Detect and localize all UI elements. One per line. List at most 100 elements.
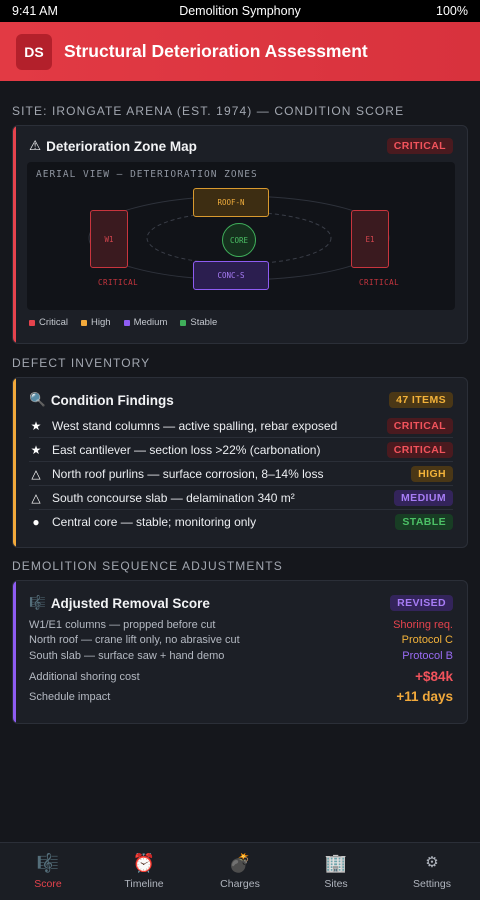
finding-row[interactable]: ★ East cantilever — section loss >22% (c…: [29, 438, 453, 462]
deterioration-zone-map: AERIAL VIEW — DETERIORATION ZONES W1 CRI…: [27, 162, 455, 310]
finding-row[interactable]: ★ West stand columns — active spalling, …: [29, 414, 453, 438]
status-battery: 100%: [436, 4, 468, 18]
finding-row[interactable]: △ South concourse slab — delamination 34…: [29, 486, 453, 510]
zone-map-card: ⚠ Deterioration Zone Map CRITICAL AERIAL…: [12, 125, 468, 344]
severity-badge: MEDIUM: [394, 489, 453, 506]
finding-text: East cantilever — section loss >22% (car…: [52, 442, 321, 457]
revised-badge: REVISED: [390, 595, 453, 611]
nav-score-label: Score: [34, 878, 62, 890]
site-section-label: SITE: IRONGATE ARENA (EST. 1974) — CONDI…: [12, 104, 405, 118]
nav-timeline[interactable]: ⏰ Timeline: [96, 843, 192, 900]
shoring-cost-value: +$84k: [415, 669, 453, 684]
warning-icon: ⚠: [29, 138, 42, 153]
findings-count-badge: 47 ITEMS: [389, 392, 453, 408]
shoring-cost-row: Additional shoring cost +$84k: [13, 667, 467, 687]
legend-stable-label: Stable: [190, 317, 218, 328]
finding-text: West stand columns — active spalling, re…: [52, 418, 338, 433]
score-icon: 🎼: [29, 595, 46, 610]
page-title: Structural Deterioration Assessment: [64, 41, 368, 61]
zone-core-label: CORE: [229, 235, 249, 245]
severity-badge: STABLE: [395, 514, 453, 530]
zone-map-card-title: ⚠ Deterioration Zone Map: [29, 138, 197, 154]
findings-title-text: Condition Findings: [50, 392, 174, 408]
adjustment-value: Shoring req.: [393, 618, 453, 631]
zone-w1[interactable]: W1: [90, 210, 128, 268]
finding-row-content: ★ East cantilever — section loss >22% (c…: [29, 442, 321, 457]
legend-stable-swatch: [180, 319, 187, 326]
zone-e1[interactable]: E1: [351, 210, 389, 268]
defect-section-label: DEFECT INVENTORY: [12, 356, 151, 370]
zone-map-title-text: Deterioration Zone Map: [46, 138, 197, 154]
triangle-icon: △: [31, 490, 41, 505]
adjustment-row: South slab — surface saw + hand demo Pro…: [13, 648, 467, 664]
map-legend: Critical High Medium Stable: [13, 317, 467, 328]
legend-stable: Stable: [180, 317, 217, 328]
zone-map-status-badge: CRITICAL: [386, 138, 453, 154]
severity-badge: CRITICAL: [386, 441, 453, 458]
legend-medium-swatch: [123, 319, 130, 326]
legend-medium-label: Medium: [133, 317, 168, 328]
finding-text: South concourse slab — delamination 340 …: [52, 490, 295, 505]
legend-high-swatch: [81, 319, 88, 326]
legend-high-label: High: [91, 317, 111, 328]
schedule-impact-value: +11 days: [396, 689, 453, 704]
zone-conc-s[interactable]: CONC-S: [193, 261, 269, 290]
adjustment-label: W1/E1 columns — propped before cut: [29, 618, 216, 631]
findings-card-title: 🔍 Condition Findings: [29, 392, 174, 408]
zone-roof-n-label: ROOF-N: [217, 198, 245, 207]
legend-medium: Medium: [123, 317, 168, 328]
finding-row[interactable]: △ North roof purlins — surface corrosion…: [29, 462, 453, 486]
circle-icon: ●: [32, 515, 40, 529]
removal-card-title: 🎼 Adjusted Removal Score: [29, 595, 210, 611]
adjustment-value: Protocol C: [401, 634, 453, 647]
legend-critical-label: Critical: [39, 317, 69, 328]
app-header: DS Structural Deterioration Assessment: [0, 22, 480, 81]
shoring-cost-label: Additional shoring cost: [29, 670, 140, 683]
star-icon: ★: [30, 442, 42, 457]
nav-timeline-label: Timeline: [124, 878, 164, 890]
finding-row[interactable]: ● Central core — stable; monitoring only…: [29, 510, 453, 534]
nav-sites-label: Sites: [324, 878, 348, 890]
status-bar: 9:41 AM Demolition Symphony 100%: [0, 0, 480, 22]
bottom-nav: 🎼 Score ⏰ Timeline 💣 Charges 🏢 Sites ⚙ S…: [0, 842, 480, 900]
star-icon: ★: [30, 418, 42, 433]
finding-row-content: ★ West stand columns — active spalling, …: [29, 418, 338, 433]
nav-charges[interactable]: 💣 Charges: [192, 843, 288, 900]
adjustment-value: Protocol B: [402, 649, 453, 662]
alarm-clock-icon: ⏰: [132, 853, 156, 873]
finding-row-content: ● Central core — stable; monitoring only: [29, 515, 256, 529]
zone-e1-tag: CRITICAL: [359, 278, 400, 287]
gear-icon: ⚙: [425, 854, 439, 871]
nav-score[interactable]: 🎼 Score: [0, 843, 96, 900]
removal-card-header: 🎼 Adjusted Removal Score REVISED: [13, 595, 467, 611]
findings-card-header: 🔍 Condition Findings 47 ITEMS: [13, 392, 467, 408]
status-app-name: Demolition Symphony: [179, 4, 301, 18]
schedule-impact-row: Schedule impact +11 days: [13, 687, 467, 707]
triangle-icon: △: [31, 466, 41, 481]
condition-findings-card: 🔍 Condition Findings 47 ITEMS ★ West sta…: [12, 377, 468, 548]
adjustment-label: South slab — surface saw + hand demo: [29, 649, 225, 662]
finding-text: North roof purlins — surface corrosion, …: [52, 466, 324, 481]
finding-row-content: △ North roof purlins — surface corrosion…: [29, 467, 323, 481]
findings-list: ★ West stand columns — active spalling, …: [13, 414, 467, 534]
magnifier-icon: 🔍: [29, 392, 46, 407]
legend-high: High: [81, 317, 111, 328]
building-icon: 🏢: [324, 853, 348, 873]
zone-map-card-header: ⚠ Deterioration Zone Map CRITICAL: [13, 138, 467, 154]
adjustment-row: W1/E1 columns — propped before cut Shori…: [13, 617, 467, 633]
schedule-impact-label: Schedule impact: [29, 690, 111, 703]
nav-settings[interactable]: ⚙ Settings: [384, 843, 480, 900]
bomb-icon: 💣: [228, 853, 252, 873]
severity-badge: HIGH: [411, 465, 453, 482]
score-icon: 🎼: [36, 853, 60, 873]
zone-core[interactable]: CORE: [222, 223, 256, 257]
nav-sites[interactable]: 🏢 Sites: [288, 843, 384, 900]
status-time: 9:41 AM: [12, 4, 58, 18]
legend-critical-swatch: [29, 319, 35, 326]
zone-conc-s-label: CONC-S: [217, 271, 245, 280]
adjustment-row: North roof — crane lift only, no abrasiv…: [13, 633, 467, 649]
removal-score-card: 🎼 Adjusted Removal Score REVISED W1/E1 c…: [12, 580, 468, 724]
sequence-section-label: DEMOLITION SEQUENCE ADJUSTMENTS: [12, 559, 283, 573]
app-logo[interactable]: DS: [16, 33, 52, 70]
zone-roof-n[interactable]: ROOF-N: [193, 188, 269, 217]
